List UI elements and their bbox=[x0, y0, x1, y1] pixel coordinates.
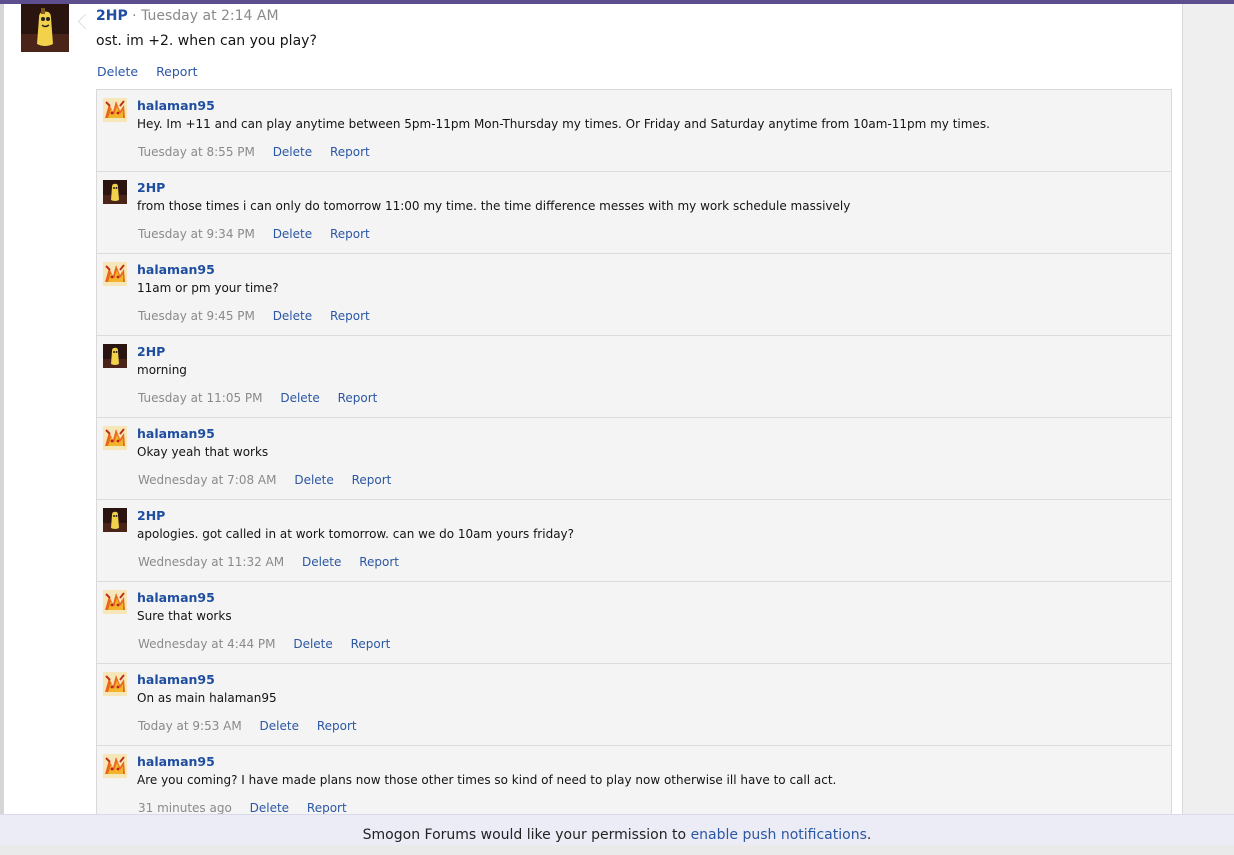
comment-timestamp[interactable]: Wednesday at 4:44 PM bbox=[138, 637, 276, 651]
delete-comment-link[interactable]: Delete bbox=[280, 391, 319, 405]
comment-meta: Tuesday at 11:05 PM Delete Report bbox=[138, 391, 391, 405]
profile-post-panel: 2HP · Tuesday at 2:14 AM ost. im +2. whe… bbox=[4, 4, 1183, 819]
comment-meta: Today at 9:53 AM Delete Report bbox=[138, 719, 371, 733]
banana-character-avatar-icon bbox=[103, 180, 127, 204]
fire-creature-avatar-icon bbox=[103, 754, 127, 778]
comment-text: morning bbox=[137, 363, 187, 377]
delete-comment-link[interactable]: Delete bbox=[260, 719, 299, 733]
comment-author-link[interactable]: halaman95 bbox=[137, 754, 215, 769]
comment-meta: 31 minutes ago Delete Report bbox=[138, 801, 361, 815]
delete-comment-link[interactable]: Delete bbox=[273, 227, 312, 241]
comment-item: halaman95 Are you coming? I have made pl… bbox=[97, 745, 1171, 819]
delete-comment-link[interactable]: Delete bbox=[294, 473, 333, 487]
comment-author-link[interactable]: halaman95 bbox=[137, 98, 215, 113]
delete-comment-link[interactable]: Delete bbox=[302, 555, 341, 569]
comment-timestamp[interactable]: Wednesday at 7:08 AM bbox=[138, 473, 277, 487]
fire-creature-avatar-icon bbox=[103, 426, 127, 450]
comment-timestamp[interactable]: Tuesday at 9:45 PM bbox=[138, 309, 255, 323]
report-comment-link[interactable]: Report bbox=[330, 145, 370, 159]
post-meta: 2HP · Tuesday at 2:14 AM bbox=[96, 8, 279, 24]
comment-author-link[interactable]: halaman95 bbox=[137, 590, 215, 605]
delete-comment-link[interactable]: Delete bbox=[250, 801, 289, 815]
fire-creature-avatar-icon bbox=[103, 590, 127, 614]
post-actions: Delete Report bbox=[97, 64, 212, 79]
report-comment-link[interactable]: Report bbox=[351, 637, 391, 651]
comment-item: 2HP from those times i can only do tomor… bbox=[97, 171, 1171, 253]
comment-text: from those times i can only do tomorrow … bbox=[137, 199, 851, 213]
post-author-link[interactable]: 2HP bbox=[96, 8, 128, 24]
post-pointer bbox=[77, 13, 94, 30]
comment-text: On as main halaman95 bbox=[137, 691, 277, 705]
report-comment-link[interactable]: Report bbox=[352, 473, 392, 487]
delete-comment-link[interactable]: Delete bbox=[273, 309, 312, 323]
comment-text: Hey. Im +11 and can play anytime between… bbox=[137, 117, 990, 131]
comment-author-link[interactable]: 2HP bbox=[137, 344, 165, 359]
banana-character-avatar-icon bbox=[103, 508, 127, 532]
report-comment-link[interactable]: Report bbox=[330, 227, 370, 241]
comment-timestamp[interactable]: 31 minutes ago bbox=[138, 801, 232, 815]
comment-text: Sure that works bbox=[137, 609, 232, 623]
report-comment-link[interactable]: Report bbox=[330, 309, 370, 323]
comment-timestamp[interactable]: Tuesday at 9:34 PM bbox=[138, 227, 255, 241]
comment-author-link[interactable]: halaman95 bbox=[137, 426, 215, 441]
comment-meta: Tuesday at 9:45 PM Delete Report bbox=[138, 309, 384, 323]
right-page-gutter bbox=[1183, 4, 1234, 814]
comment-timestamp[interactable]: Tuesday at 8:55 PM bbox=[138, 145, 255, 159]
banana-character-avatar-icon[interactable] bbox=[21, 4, 69, 52]
comment-item: halaman95 Hey. Im +11 and can play anyti… bbox=[97, 90, 1171, 171]
comment-item: 2HP morning Tuesday at 11:05 PM Delete R… bbox=[97, 335, 1171, 417]
post-text: ost. im +2. when can you play? bbox=[96, 33, 317, 49]
comment-item: halaman95 On as main halaman95 Today at … bbox=[97, 663, 1171, 745]
comment-list: halaman95 Hey. Im +11 and can play anyti… bbox=[96, 89, 1172, 819]
push-prompt-suffix: . bbox=[866, 827, 872, 843]
comment-timestamp[interactable]: Wednesday at 11:32 AM bbox=[138, 555, 284, 569]
comment-item: 2HP apologies. got called in at work tom… bbox=[97, 499, 1171, 581]
comment-author-link[interactable]: 2HP bbox=[137, 508, 165, 523]
comment-text: 11am or pm your time? bbox=[137, 281, 279, 295]
delete-comment-link[interactable]: Delete bbox=[293, 637, 332, 651]
meta-separator: · bbox=[132, 8, 137, 24]
comment-author-link[interactable]: 2HP bbox=[137, 180, 165, 195]
comment-author-link[interactable]: halaman95 bbox=[137, 672, 215, 687]
report-comment-link[interactable]: Report bbox=[307, 801, 347, 815]
comment-author-link[interactable]: halaman95 bbox=[137, 262, 215, 277]
delete-comment-link[interactable]: Delete bbox=[273, 145, 312, 159]
delete-post-link[interactable]: Delete bbox=[97, 64, 138, 79]
comment-text: apologies. got called in at work tomorro… bbox=[137, 527, 575, 541]
report-post-link[interactable]: Report bbox=[156, 64, 197, 79]
report-comment-link[interactable]: Report bbox=[359, 555, 399, 569]
enable-push-notifications-link[interactable]: enable push notifications bbox=[691, 827, 867, 843]
report-comment-link[interactable]: Report bbox=[338, 391, 378, 405]
push-prompt-text: Smogon Forums would like your permission… bbox=[362, 827, 691, 843]
comment-meta: Wednesday at 7:08 AM Delete Report bbox=[138, 473, 405, 487]
comment-timestamp[interactable]: Today at 9:53 AM bbox=[138, 719, 242, 733]
fire-creature-avatar-icon bbox=[103, 672, 127, 696]
fire-creature-avatar-icon bbox=[103, 262, 127, 286]
push-notification-prompt: Smogon Forums would like your permission… bbox=[0, 814, 1234, 845]
comment-meta: Wednesday at 4:44 PM Delete Report bbox=[138, 637, 404, 651]
comment-timestamp[interactable]: Tuesday at 11:05 PM bbox=[138, 391, 263, 405]
comment-meta: Tuesday at 8:55 PM Delete Report bbox=[138, 145, 384, 159]
comment-text: Okay yeah that works bbox=[137, 445, 269, 459]
comment-meta: Tuesday at 9:34 PM Delete Report bbox=[138, 227, 384, 241]
post-timestamp[interactable]: Tuesday at 2:14 AM bbox=[141, 8, 278, 24]
comment-item: halaman95 Okay yeah that works Wednesday… bbox=[97, 417, 1171, 499]
report-comment-link[interactable]: Report bbox=[317, 719, 357, 733]
banana-character-avatar-icon bbox=[103, 344, 127, 368]
fire-creature-avatar-icon bbox=[103, 98, 127, 122]
comment-text: Are you coming? I have made plans now th… bbox=[137, 773, 837, 787]
comment-meta: Wednesday at 11:32 AM Delete Report bbox=[138, 555, 413, 569]
comment-item: halaman95 Sure that works Wednesday at 4… bbox=[97, 581, 1171, 663]
comment-item: halaman95 11am or pm your time? Tuesday … bbox=[97, 253, 1171, 335]
